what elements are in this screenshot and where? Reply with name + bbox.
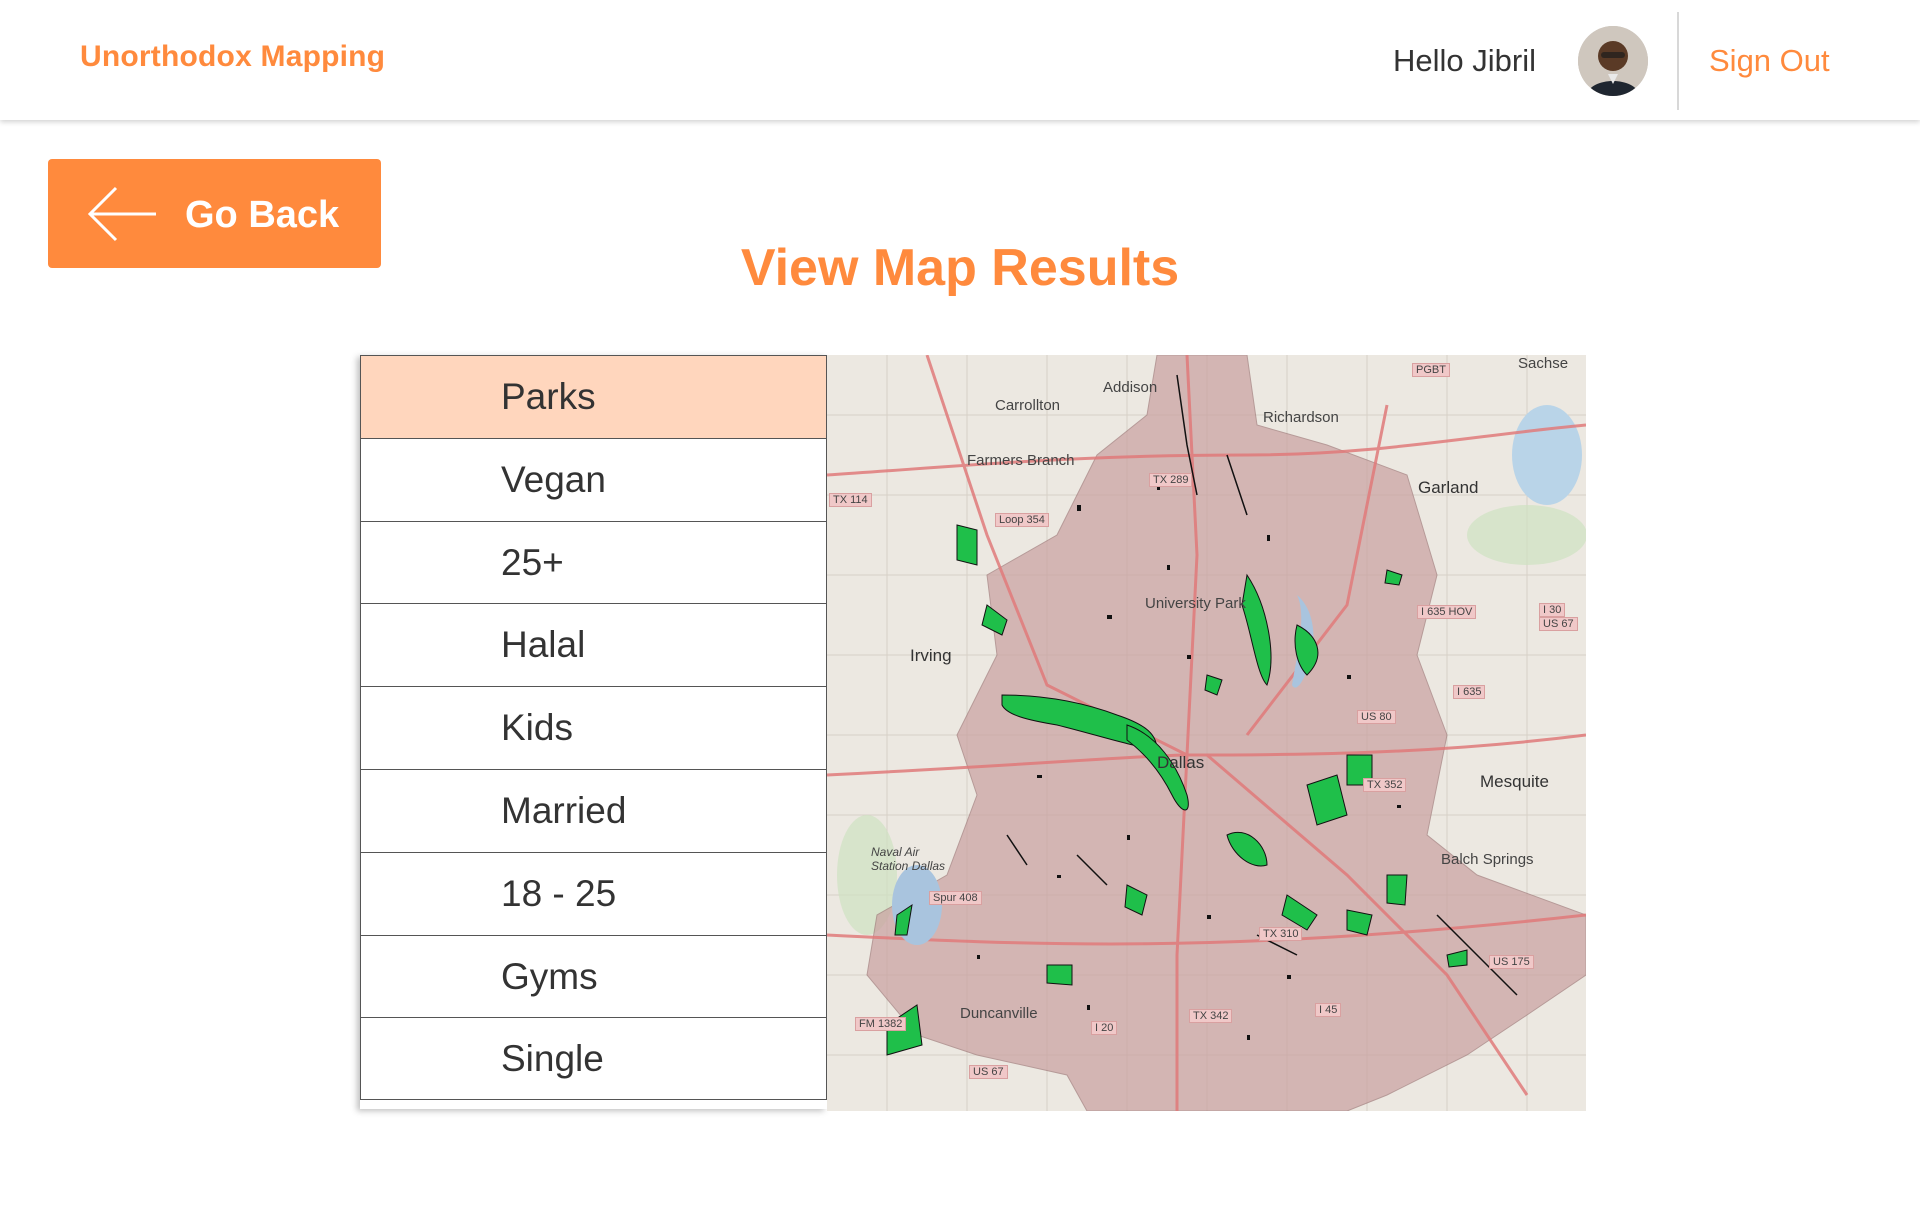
- highway-shield: US 67: [969, 1065, 1008, 1079]
- map-label: Balch Springs: [1441, 851, 1534, 868]
- filter-label: Parks: [501, 376, 596, 417]
- filter-item-25-plus[interactable]: 25+: [360, 520, 827, 604]
- user-greeting: Hello Jibril: [1393, 43, 1536, 78]
- map-label: Carrollton: [995, 397, 1061, 414]
- filter-label: 18 - 25: [501, 872, 617, 914]
- back-arrow-icon: [87, 186, 156, 242]
- filter-item-married[interactable]: Married: [360, 768, 827, 852]
- filter-label: Married: [501, 789, 627, 831]
- highway-shield: PGBT: [1412, 363, 1450, 377]
- highway-shield: I 635 HOV: [1417, 605, 1477, 619]
- map-label: Irving: [910, 646, 952, 665]
- filter-item-parks[interactable]: Parks: [360, 355, 827, 438]
- highway-shield: Spur 408: [929, 891, 982, 905]
- results-map[interactable]: Addison Carrollton Richardson Garland Sa…: [827, 355, 1586, 1111]
- filter-label: Halal: [501, 624, 586, 666]
- map-canvas: [827, 355, 1586, 1111]
- filter-item-gyms[interactable]: Gyms: [360, 934, 827, 1018]
- map-label: Richardson: [1263, 409, 1339, 426]
- highway-shield: Loop 354: [995, 513, 1049, 527]
- highway-shield: I 635: [1453, 685, 1486, 699]
- sign-out-link[interactable]: Sign Out: [1709, 43, 1830, 79]
- user-avatar-icon: [1578, 26, 1648, 96]
- highway-shield: US 175: [1489, 955, 1534, 969]
- filter-label: 25+: [501, 541, 564, 583]
- highway-shield: US 80: [1357, 710, 1396, 724]
- highway-shield: TX 310: [1259, 927, 1303, 941]
- filter-item-18-25[interactable]: 18 - 25: [360, 851, 827, 935]
- map-label: Farmers Branch: [967, 452, 1075, 469]
- page-title: View Map Results: [740, 239, 1180, 297]
- filter-label: Vegan: [501, 458, 606, 500]
- map-label: Sachse: [1518, 355, 1569, 372]
- filter-item-kids[interactable]: Kids: [360, 686, 827, 769]
- highway-shield: I 30: [1539, 603, 1566, 617]
- map-label: Addison: [1103, 379, 1158, 396]
- map-label: Naval Air Station Dallas: [871, 845, 946, 873]
- highway-shield: TX 289: [1149, 473, 1193, 487]
- filter-item-single[interactable]: Single: [360, 1017, 827, 1101]
- map-label: Duncanville: [960, 1005, 1038, 1022]
- header-divider: [1677, 12, 1679, 110]
- filter-label: Single: [501, 1038, 604, 1080]
- filter-list: Parks Vegan 25+ Halal Kids Married 18 - …: [360, 355, 827, 1109]
- highway-shield: I 45: [1315, 1003, 1342, 1017]
- top-header: Unorthodox Mapping Hello Jibril Sign Out: [0, 0, 1920, 120]
- map-label: Garland: [1418, 478, 1479, 497]
- go-back-label: Go Back: [185, 194, 340, 236]
- highway-shield: TX 342: [1189, 1009, 1233, 1023]
- highway-shield: TX 114: [829, 493, 872, 507]
- filter-label: Kids: [501, 707, 573, 749]
- highway-shield: I 20: [1091, 1021, 1118, 1035]
- filter-item-vegan[interactable]: Vegan: [360, 437, 827, 521]
- app-brand[interactable]: Unorthodox Mapping: [80, 40, 385, 74]
- avatar[interactable]: [1578, 26, 1648, 96]
- highway-shield: US 67: [1539, 617, 1578, 631]
- highway-shield: FM 1382: [855, 1017, 907, 1031]
- highway-shield: TX 352: [1363, 778, 1407, 792]
- filter-item-halal[interactable]: Halal: [360, 603, 827, 687]
- map-label: Dallas: [1157, 753, 1205, 772]
- map-label: Mesquite: [1480, 772, 1549, 791]
- filter-label: Gyms: [501, 955, 598, 997]
- map-label: University Park: [1145, 595, 1246, 612]
